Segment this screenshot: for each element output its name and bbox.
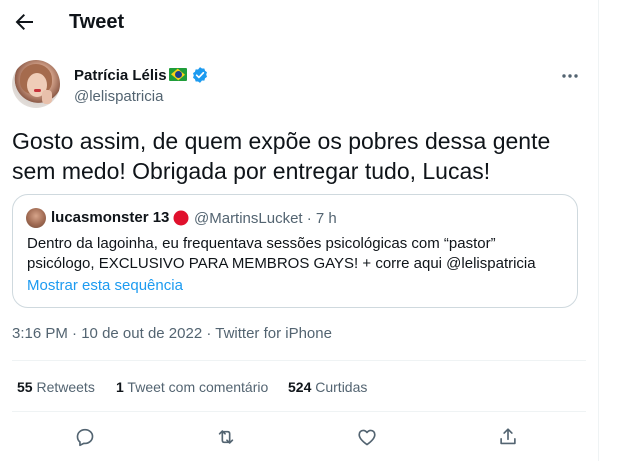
retweet-icon[interactable]: [215, 426, 237, 448]
tweet-metadata: 3:16 PM · 10 de out de 2022 · Twitter fo…: [12, 325, 332, 342]
author-name[interactable]: Patrícia Lélis: [74, 67, 167, 84]
red-circle-icon: [173, 210, 189, 226]
quoted-author-avatar: [26, 208, 46, 228]
ellipsis-icon[interactable]: [560, 66, 580, 86]
tweet-text: Gosto assim, de quem expõe os pobres des…: [12, 128, 551, 184]
tweet-time[interactable]: 3:16 PM: [12, 325, 68, 342]
quoted-author-name: lucasmonster 13: [51, 209, 170, 226]
heart-icon[interactable]: [356, 426, 378, 448]
tweet-column: Tweet Patrícia Lélis @lelispatricia Gost…: [0, 0, 599, 461]
likes-stat[interactable]: 524 Curtidas: [288, 379, 367, 395]
share-icon[interactable]: [497, 426, 519, 448]
arrow-left-icon[interactable]: [12, 10, 36, 34]
author-avatar[interactable]: [12, 60, 60, 108]
quoted-tweet-text: Dentro da lagoinha, eu frequentava sessõ…: [27, 235, 536, 272]
verified-badge-icon: [193, 67, 207, 83]
author-handle[interactable]: @lelispatricia: [74, 88, 163, 105]
show-thread-link[interactable]: Mostrar esta sequência: [27, 277, 183, 294]
quoted-handle-time: @MartinsLucket · 7 h: [194, 210, 337, 227]
page-header: Tweet: [0, 0, 598, 47]
reply-icon[interactable]: [74, 426, 96, 448]
tweet-date[interactable]: 10 de out de 2022: [81, 325, 202, 342]
meta-separator: ·: [202, 325, 216, 342]
retweets-stat[interactable]: 55 Retweets: [17, 379, 95, 395]
brazil-flag-icon: [169, 68, 187, 81]
divider: [12, 411, 586, 412]
quoted-tweet[interactable]: lucasmonster 13 @MartinsLucket · 7 h Den…: [12, 194, 578, 308]
tweet-source[interactable]: Twitter for iPhone: [215, 325, 332, 342]
page-title: Tweet: [69, 11, 125, 33]
meta-separator: ·: [67, 325, 82, 342]
quote-tweets-stat[interactable]: 1 Tweet com comentário: [116, 379, 268, 395]
divider: [12, 360, 586, 361]
